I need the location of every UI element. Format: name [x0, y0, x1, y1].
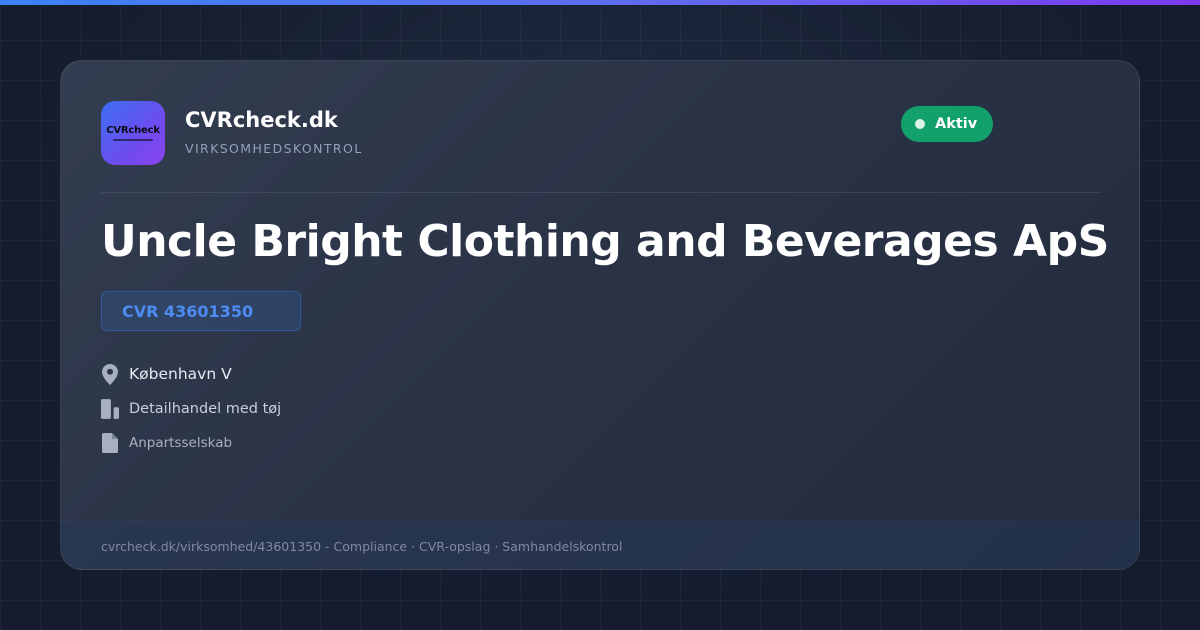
- location-text: København V: [129, 365, 232, 383]
- brand-logo: CVRcheck: [101, 101, 165, 165]
- brand-tagline: VIRKSOMHEDSKONTROL: [185, 141, 363, 156]
- document-icon: [101, 432, 119, 454]
- logo-wordmark: CVRcheck: [106, 124, 160, 136]
- cvr-number: CVR 43601350: [122, 301, 254, 321]
- company-card: CVRcheck CVRcheck.dk VIRKSOMHEDSKONTROL …: [60, 60, 1140, 570]
- company-name: Uncle Bright Clothing and Beverages ApS: [101, 216, 1109, 267]
- header-divider: [101, 192, 1101, 193]
- top-accent-bar: [0, 0, 1200, 5]
- building-icon: [101, 398, 119, 420]
- map-pin-icon: [101, 363, 119, 385]
- location-row: København V: [101, 363, 232, 385]
- industry-row: Detailhandel med tøj: [101, 398, 281, 420]
- status-label: Aktiv: [935, 116, 978, 132]
- logo-underline: [113, 138, 153, 141]
- brand-name: CVRcheck.dk: [185, 108, 338, 132]
- industry-text: Detailhandel med tøj: [129, 401, 282, 417]
- company-type-text: Anpartsselskab: [129, 435, 233, 451]
- footer-text: cvrcheck.dk/virksomhed/43601350 - Compli…: [101, 539, 623, 554]
- cvr-badge: CVR 43601350: [101, 291, 301, 331]
- status-badge: Aktiv: [901, 106, 993, 142]
- company-type-row: Anpartsselskab: [101, 432, 232, 454]
- status-dot-icon: [915, 119, 925, 129]
- footer-bar: cvrcheck.dk/virksomhed/43601350 - Compli…: [61, 521, 1139, 569]
